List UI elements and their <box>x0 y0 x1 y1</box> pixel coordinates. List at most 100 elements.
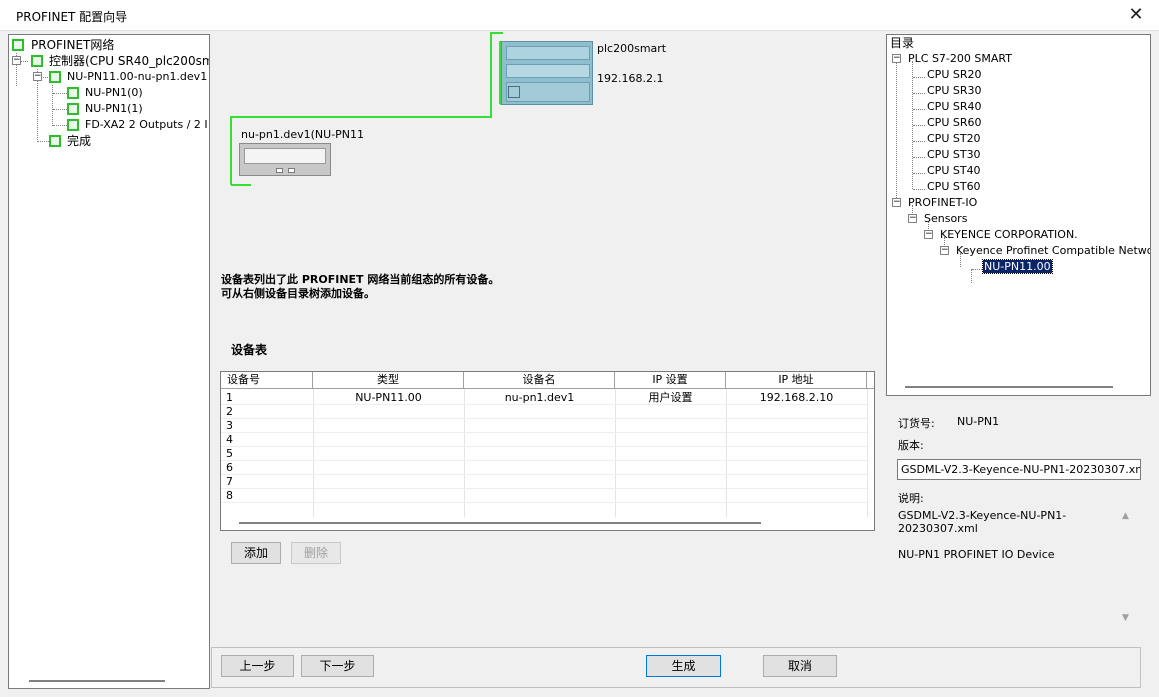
column-header-name[interactable]: 设备名 <box>464 372 615 389</box>
add-button[interactable]: 添加 <box>231 542 281 564</box>
table-cell-number[interactable]: 8 <box>226 489 233 503</box>
plc-name-label: plc200smart <box>597 42 667 55</box>
catalog-item-label: Keyence Profinet Compatible Network <box>956 244 1151 257</box>
table-cell-name[interactable]: nu-pn1.dev1 <box>464 391 615 405</box>
table-cell-number[interactable]: 3 <box>226 419 233 433</box>
catalog-item-cpu[interactable]: CPU SR40 <box>927 99 981 115</box>
order-number-label: 订货号: <box>898 417 935 430</box>
row-divider <box>221 474 867 475</box>
tree-item-label: 完成 <box>67 134 92 148</box>
io-device[interactable] <box>239 143 331 176</box>
tree-line <box>913 77 925 78</box>
catalog-item-cpu[interactable]: CPU ST20 <box>927 131 981 147</box>
tree-line <box>913 93 925 94</box>
tree-item-label: PROFINET网络 <box>31 38 115 52</box>
tree-item-done[interactable]: 完成 <box>12 133 208 149</box>
collapse-icon[interactable]: − <box>908 214 917 223</box>
collapse-icon[interactable]: − <box>12 56 21 65</box>
device-table[interactable]: 设备号 类型 设备名 IP 设置 IP 地址 1 NU-PN11.00 nu-p… <box>220 371 875 531</box>
tree-item-controller[interactable]: − 控制器(CPU SR40_plc200smart) <box>12 53 209 69</box>
catalog-item-cpu[interactable]: CPU SR20 <box>927 67 981 83</box>
table-cell-ip-setting[interactable]: 用户设置 <box>615 391 726 405</box>
table-cell-number[interactable]: 2 <box>226 405 233 419</box>
cancel-button[interactable]: 取消 <box>763 655 837 677</box>
column-divider <box>615 389 616 517</box>
column-header-ip-address[interactable]: IP 地址 <box>726 372 867 389</box>
device-display <box>244 148 326 164</box>
table-cell-number[interactable]: 5 <box>226 447 233 461</box>
device-name-label: nu-pn1.dev1(NU-PN11.00) <box>241 128 363 141</box>
catalog-item-cpu[interactable]: CPU ST30 <box>927 147 981 163</box>
plc-device[interactable] <box>501 41 593 105</box>
info-line: 可从右侧设备目录树添加设备。 <box>221 287 375 300</box>
catalog-item-selected[interactable]: NU-PN11.00 <box>982 259 1053 275</box>
table-cell-number[interactable]: 4 <box>226 433 233 447</box>
version-label: 版本: <box>898 439 924 452</box>
tree-line <box>971 269 972 283</box>
catalog-item-cpu[interactable]: CPU SR60 <box>927 115 981 131</box>
column-header-type[interactable]: 类型 <box>313 372 464 389</box>
catalog-item-cpu[interactable]: CPU ST60 <box>927 179 981 195</box>
delete-button[interactable]: 删除 <box>291 542 341 564</box>
table-cell-number[interactable]: 7 <box>226 475 233 489</box>
tree-item-profinet-network[interactable]: PROFINET网络 <box>12 37 208 53</box>
network-node-icon <box>12 39 24 51</box>
module-node-icon <box>67 103 79 115</box>
catalog-item-label: PROFINET-IO <box>908 196 978 209</box>
row-divider <box>221 460 867 461</box>
table-cell-type[interactable]: NU-PN11.00 <box>313 391 464 405</box>
info-line: 设备表列出了此 PROFINET 网络当前组态的所有设备。 <box>221 273 500 286</box>
table-cell-number[interactable]: 1 <box>226 391 233 405</box>
horizontal-scrollbar[interactable] <box>905 386 1113 388</box>
table-cell-number[interactable]: 6 <box>226 461 233 475</box>
profinet-tree[interactable]: PROFINET网络 − 控制器(CPU SR40_plc200smart) −… <box>8 34 210 689</box>
catalog-item-cpu[interactable]: CPU ST40 <box>927 163 981 179</box>
device-table-title: 设备表 <box>231 343 268 357</box>
tree-item-module[interactable]: NU-PN1(1) <box>12 101 208 117</box>
next-button[interactable]: 下一步 <box>301 655 374 677</box>
tree-line <box>913 141 925 142</box>
catalog-item-cpu[interactable]: CPU SR30 <box>927 83 981 99</box>
device-led-icon <box>288 168 295 173</box>
header-spacer <box>867 372 874 389</box>
device-led-icon <box>276 168 283 173</box>
row-divider <box>221 446 867 447</box>
collapse-icon[interactable]: − <box>924 230 933 239</box>
device-catalog-tree[interactable]: 目录 − PLC S7-200 SMART CPU SR20 CPU SR30 … <box>886 34 1151 396</box>
version-field[interactable]: GSDML-V2.3-Keyence-NU-PN1-20230307.xml <box>897 459 1141 480</box>
column-divider <box>464 389 465 517</box>
column-divider <box>867 389 868 517</box>
catalog-item-label: KEYENCE CORPORATION. <box>940 228 1078 241</box>
window-title: PROFINET 配置向导 <box>16 10 128 24</box>
tree-item-module[interactable]: NU-PN1(0) <box>12 85 208 101</box>
column-header-ip-setting[interactable]: IP 设置 <box>615 372 726 389</box>
collapse-icon[interactable]: − <box>892 198 901 207</box>
catalog-item-family[interactable]: − Keyence Profinet Compatible Network <box>940 243 1150 259</box>
catalog-item-label: NU-PN11.00 <box>982 259 1053 274</box>
row-divider <box>221 418 867 419</box>
network-view[interactable]: plc200smart 192.168.2.1 nu-pn1.dev1(NU-P… <box>211 31 883 266</box>
column-divider <box>726 389 727 517</box>
prev-button[interactable]: 上一步 <box>221 655 294 677</box>
plc-ip-label: 192.168.2.1 <box>597 72 664 85</box>
table-cell-ip-address[interactable]: 192.168.2.10 <box>726 391 867 405</box>
column-divider <box>313 389 314 517</box>
tree-item-module[interactable]: FD-XA2 2 Outputs / 2 Inputs <box>12 117 208 133</box>
scroll-up-icon[interactable]: ▲ <box>1122 511 1129 521</box>
tree-item-label: 控制器(CPU SR40_plc200smart) <box>49 54 209 68</box>
collapse-icon[interactable]: − <box>940 246 949 255</box>
catalog-root[interactable]: 目录 <box>890 35 914 51</box>
scroll-down-icon[interactable]: ▼ <box>1122 613 1129 623</box>
tree-line <box>972 269 982 270</box>
tree-item-label: NU-PN11.00-nu-pn1.dev1 <box>67 70 208 83</box>
tree-item-device[interactable]: − NU-PN11.00-nu-pn1.dev1 <box>12 69 208 85</box>
column-header-number[interactable]: 设备号 <box>221 372 313 389</box>
horizontal-scrollbar[interactable] <box>29 680 165 682</box>
controller-node-icon <box>31 55 43 67</box>
collapse-icon[interactable]: − <box>892 54 901 63</box>
close-icon[interactable]: ✕ <box>1121 3 1151 27</box>
collapse-icon[interactable]: − <box>33 72 42 81</box>
description-box[interactable]: GSDML-V2.3-Keyence-NU-PN1-20230307.xml N… <box>896 505 1139 628</box>
generate-button[interactable]: 生成 <box>646 655 721 677</box>
horizontal-scrollbar[interactable] <box>239 522 761 524</box>
